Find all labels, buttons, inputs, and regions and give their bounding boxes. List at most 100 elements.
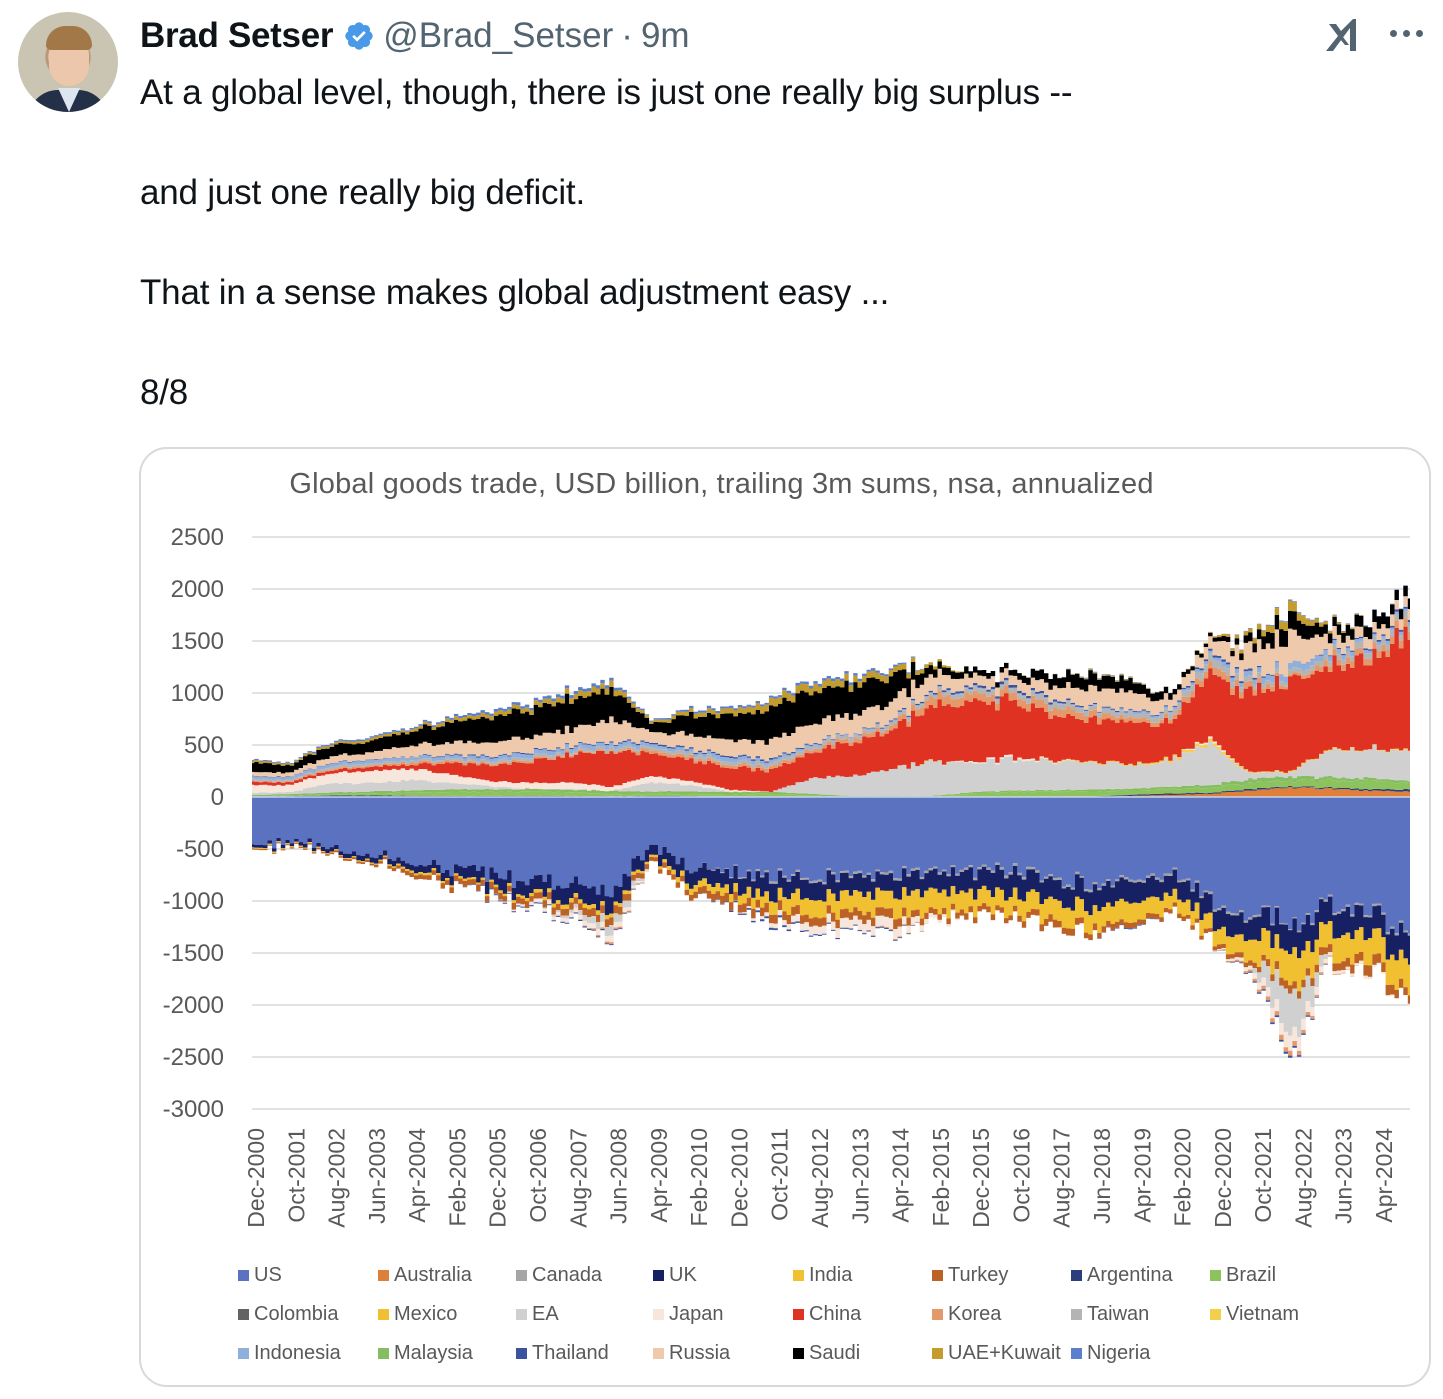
x-tick-label: Dec-2020 — [1210, 1128, 1236, 1228]
legend-swatch — [238, 1309, 249, 1320]
legend-label: Indonesia — [254, 1342, 341, 1364]
legend-label: UK — [669, 1264, 697, 1286]
legend-swatch — [932, 1270, 943, 1281]
legend-item: Japan — [653, 1303, 724, 1326]
y-tick-label: 2500 — [171, 524, 224, 551]
legend-swatch — [793, 1348, 804, 1359]
x-tick-label: Jun-2003 — [364, 1128, 390, 1224]
legend-label: Russia — [669, 1342, 731, 1364]
x-tick-label: Jun-2008 — [606, 1128, 632, 1224]
legend-item: Vietnam — [1210, 1303, 1299, 1326]
legend-label: Japan — [669, 1303, 724, 1325]
x-tick-label: Aug-2007 — [565, 1128, 591, 1228]
legend-item: EA — [516, 1303, 559, 1326]
legend-item: Russia — [653, 1342, 730, 1365]
legend-label: Colombia — [254, 1303, 339, 1325]
x-tick-label: Dec-2010 — [726, 1128, 752, 1228]
legend-item: UK — [653, 1264, 697, 1287]
legend-swatch — [516, 1270, 527, 1281]
y-tick-label: -3000 — [163, 1096, 224, 1123]
legend-swatch — [932, 1309, 943, 1320]
x-tick-label: Dec-2015 — [968, 1128, 994, 1228]
legend-item: UAE+Kuwait — [932, 1342, 1061, 1365]
x-tick-label: Apr-2024 — [1371, 1128, 1397, 1223]
x-tick-label: Jun-2013 — [847, 1128, 873, 1224]
legend-item: Turkey — [932, 1264, 1008, 1287]
y-tick-label: -2000 — [163, 992, 224, 1019]
y-tick-label: 0 — [211, 784, 224, 811]
legend-label: Mexico — [394, 1303, 458, 1325]
legend-swatch — [1071, 1348, 1082, 1359]
legend-swatch — [238, 1270, 249, 1281]
y-tick-label: 500 — [184, 732, 224, 759]
x-tick-label: Jun-2023 — [1331, 1128, 1357, 1224]
legend-item: Taiwan — [1071, 1303, 1149, 1326]
x-tick-label: Oct-2021 — [1250, 1128, 1276, 1223]
legend-swatch — [653, 1309, 664, 1320]
legend-label: Argentina — [1087, 1264, 1173, 1286]
x-tick-label: Aug-2002 — [324, 1128, 350, 1228]
x-tick-label: Jun-2018 — [1089, 1128, 1115, 1224]
legend-item: Korea — [932, 1303, 1001, 1326]
legend-item: China — [793, 1303, 861, 1326]
legend-swatch — [378, 1309, 389, 1320]
legend-label: Korea — [948, 1303, 1002, 1325]
legend-swatch — [1210, 1270, 1221, 1281]
legend-item: Malaysia — [378, 1342, 473, 1365]
legend-swatch — [932, 1348, 943, 1359]
y-tick-label: 1000 — [171, 680, 224, 707]
legend-item: Colombia — [238, 1303, 338, 1326]
legend-label: China — [809, 1303, 862, 1325]
x-tick-label: Feb-2010 — [686, 1128, 712, 1226]
legend-item: Saudi — [793, 1342, 860, 1365]
legend-item: Canada — [516, 1264, 602, 1287]
x-tick-label: Feb-2015 — [928, 1128, 954, 1226]
legend-item: Brazil — [1210, 1264, 1276, 1287]
legend-label: EA — [532, 1303, 559, 1325]
stacked-area-chart: 2500 2000 1500 1000 500 0 -500 -1000 -1500 -2000 -… — [163, 524, 1410, 1228]
x-tick-label: Oct-2016 — [1008, 1128, 1034, 1223]
legend-swatch — [1210, 1309, 1221, 1320]
legend-swatch — [653, 1270, 664, 1281]
y-tick-label: -1500 — [163, 940, 224, 967]
legend-item: Mexico — [378, 1303, 457, 1326]
legend-swatch — [516, 1348, 527, 1359]
legend-label: India — [809, 1264, 853, 1286]
x-tick-label: Apr-2014 — [888, 1128, 914, 1223]
legend-swatch — [378, 1270, 389, 1281]
legend-item: US — [238, 1264, 282, 1287]
y-tick-label: -500 — [176, 836, 224, 863]
x-tick-label: Dec-2005 — [485, 1128, 511, 1228]
x-tick-label: Dec-2000 — [243, 1128, 269, 1228]
x-tick-label: Apr-2004 — [404, 1128, 430, 1223]
legend-label: Taiwan — [1087, 1303, 1150, 1325]
legend-label: Saudi — [809, 1342, 861, 1364]
legend-item: Thailand — [516, 1342, 609, 1365]
x-tick-label: Oct-2001 — [283, 1128, 309, 1223]
y-tick-label: 1500 — [171, 628, 224, 655]
legend-label: Vietnam — [1226, 1303, 1300, 1325]
x-tick-label: Feb-2020 — [1170, 1128, 1196, 1226]
x-tick-label: Aug-2012 — [807, 1128, 833, 1228]
legend-swatch — [516, 1309, 527, 1320]
x-tick-label: Aug-2022 — [1290, 1128, 1316, 1228]
x-tick-label: Aug-2017 — [1049, 1128, 1075, 1228]
legend-label: Australia — [394, 1264, 472, 1286]
x-tick-label: Feb-2005 — [444, 1128, 470, 1226]
x-tick-label: Oct-2011 — [767, 1128, 793, 1221]
legend-label: Thailand — [532, 1342, 609, 1364]
legend-label: Malaysia — [394, 1342, 473, 1364]
x-tick-label: Apr-2019 — [1129, 1128, 1155, 1223]
legend-item: Nigeria — [1071, 1342, 1150, 1365]
x-tick-label: Oct-2006 — [525, 1128, 551, 1223]
legend-label: Turkey — [948, 1264, 1009, 1286]
legend-item: Australia — [378, 1264, 472, 1287]
x-tick-label: Apr-2009 — [646, 1128, 672, 1223]
legend-swatch — [238, 1348, 249, 1359]
legend-label: US — [254, 1264, 282, 1286]
legend-swatch — [653, 1348, 664, 1359]
legend-label: Canada — [532, 1264, 603, 1286]
legend-swatch — [378, 1348, 389, 1359]
legend-item: Argentina — [1071, 1264, 1173, 1287]
legend-swatch — [793, 1309, 804, 1320]
